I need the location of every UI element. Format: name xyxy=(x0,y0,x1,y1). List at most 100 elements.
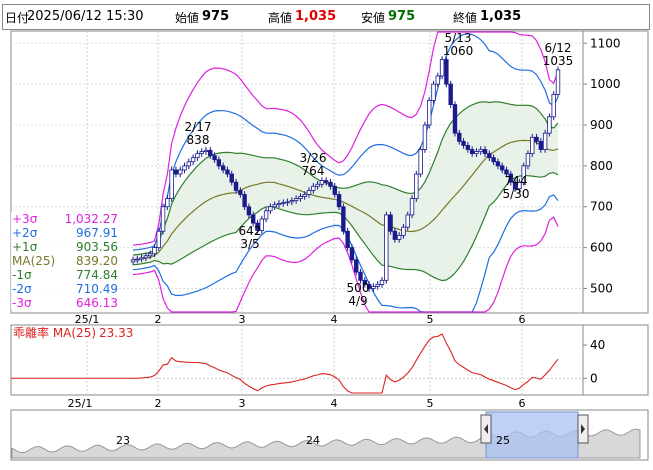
candle-body xyxy=(354,259,359,273)
candle-body xyxy=(474,151,479,155)
candle-body xyxy=(315,183,320,187)
candle-body xyxy=(311,185,316,191)
deviation-legend-value: 23.33 xyxy=(99,326,133,340)
candle-body xyxy=(439,59,445,77)
candle-body xyxy=(551,93,556,118)
candle-body xyxy=(272,204,277,208)
candle-body xyxy=(306,189,312,195)
price-tick-label: 1100 xyxy=(590,36,621,50)
annotation-line2: 4/9 xyxy=(348,294,367,308)
candle-body xyxy=(268,206,273,212)
candle-body xyxy=(302,194,307,197)
legend-value: 839.20 xyxy=(76,254,118,268)
annotation-line1: 6/12 xyxy=(545,41,572,55)
candle-body xyxy=(478,149,483,152)
candle-body xyxy=(143,255,149,259)
annotation-line2: 3/5 xyxy=(240,237,259,251)
candle-body xyxy=(491,157,496,163)
legend-label: -1σ xyxy=(12,268,32,282)
candle-body xyxy=(323,180,329,183)
candle-body xyxy=(276,203,282,206)
candle-body xyxy=(482,149,488,155)
candle-body xyxy=(448,83,453,105)
candle-body xyxy=(375,283,380,287)
candle-body xyxy=(530,136,535,155)
candle-body xyxy=(156,230,161,249)
chart-svg: 50060070080090010001100 25/1 2 3 4 5 6 2/1783… xyxy=(10,30,649,461)
candle-body xyxy=(178,169,183,175)
candle-body xyxy=(139,257,144,260)
deviation-tick-label: 40 xyxy=(590,338,605,352)
candle-body xyxy=(147,253,153,257)
candle-body xyxy=(487,153,492,159)
candle-body xyxy=(251,214,256,224)
annotation-line2: 1035 xyxy=(543,54,574,68)
annotation-line2: 838 xyxy=(187,133,210,147)
navigator-month-label: 4 xyxy=(331,397,338,410)
annotation-line1: 2/17 xyxy=(185,120,212,134)
price-tick-label: 600 xyxy=(590,241,613,255)
candle-body xyxy=(525,153,531,167)
annotation-line1: 744 xyxy=(505,174,528,188)
candle-body xyxy=(345,230,350,249)
candle-body xyxy=(405,214,410,228)
candle-body xyxy=(160,206,166,232)
candle-body xyxy=(396,234,402,240)
legend-value: 710.49 xyxy=(76,282,118,296)
annotation-line2: 1060 xyxy=(443,44,474,58)
candle-body xyxy=(435,75,440,85)
month-label: 3 xyxy=(239,313,246,326)
candle-body xyxy=(293,198,299,202)
navigator-month-label: 25/1 xyxy=(68,397,93,410)
candle-body xyxy=(542,132,548,150)
month-label: 6 xyxy=(519,313,526,326)
candle-body xyxy=(281,202,286,205)
candle-body xyxy=(379,279,385,285)
candle-body xyxy=(238,189,243,195)
candle-body xyxy=(341,206,346,232)
candle-body xyxy=(285,201,290,204)
deviation-tick-label: 0 xyxy=(590,371,598,385)
navigator-month-label: 2 xyxy=(155,397,162,410)
navigator-month-label: 6 xyxy=(519,397,526,410)
candle-body xyxy=(173,169,179,175)
month-label: 4 xyxy=(331,313,338,326)
chart-root: { "header": { "date_label": "日付", "date_… xyxy=(0,0,653,470)
candle-body xyxy=(534,136,539,142)
candle-body xyxy=(233,181,239,191)
price-tick-label: 500 xyxy=(590,281,613,295)
month-label: 5 xyxy=(427,313,434,326)
candle-body xyxy=(298,196,303,199)
candle-body xyxy=(208,149,213,157)
price-tick-label: 700 xyxy=(590,200,613,214)
candle-body xyxy=(452,104,458,134)
legend-label: -2σ xyxy=(12,282,32,296)
annotation-line1: 500 xyxy=(347,281,370,295)
navigator-year-label: 24 xyxy=(306,434,320,447)
candle-body xyxy=(190,157,196,163)
candle-body xyxy=(401,226,406,236)
annotation-line1: 3/26 xyxy=(300,151,327,165)
legend-value: 903.56 xyxy=(76,240,118,254)
candle-body xyxy=(319,180,325,185)
candle-body xyxy=(263,210,269,220)
annotation-line1: 642 xyxy=(239,224,262,238)
month-label: 25/1 xyxy=(75,313,100,326)
legend-value: 774.84 xyxy=(76,268,118,282)
candle-body xyxy=(469,149,475,155)
candle-body xyxy=(182,165,187,171)
navigator-month-label: 5 xyxy=(427,397,434,410)
legend-label: +1σ xyxy=(12,240,38,254)
candle-body xyxy=(328,181,333,187)
candle-body xyxy=(547,116,552,134)
candle-body xyxy=(289,200,295,203)
candle-body xyxy=(371,286,376,289)
candle-body xyxy=(152,247,157,255)
candle-body xyxy=(195,153,200,159)
legend-label: -3σ xyxy=(12,296,32,310)
annotation-line2: 764 xyxy=(302,164,325,178)
candle-body xyxy=(431,83,436,101)
candle-body xyxy=(465,145,471,150)
deviation-legend-label: 乖離率 MA(25) xyxy=(13,325,96,340)
annotation-line1: 5/13 xyxy=(445,31,472,45)
